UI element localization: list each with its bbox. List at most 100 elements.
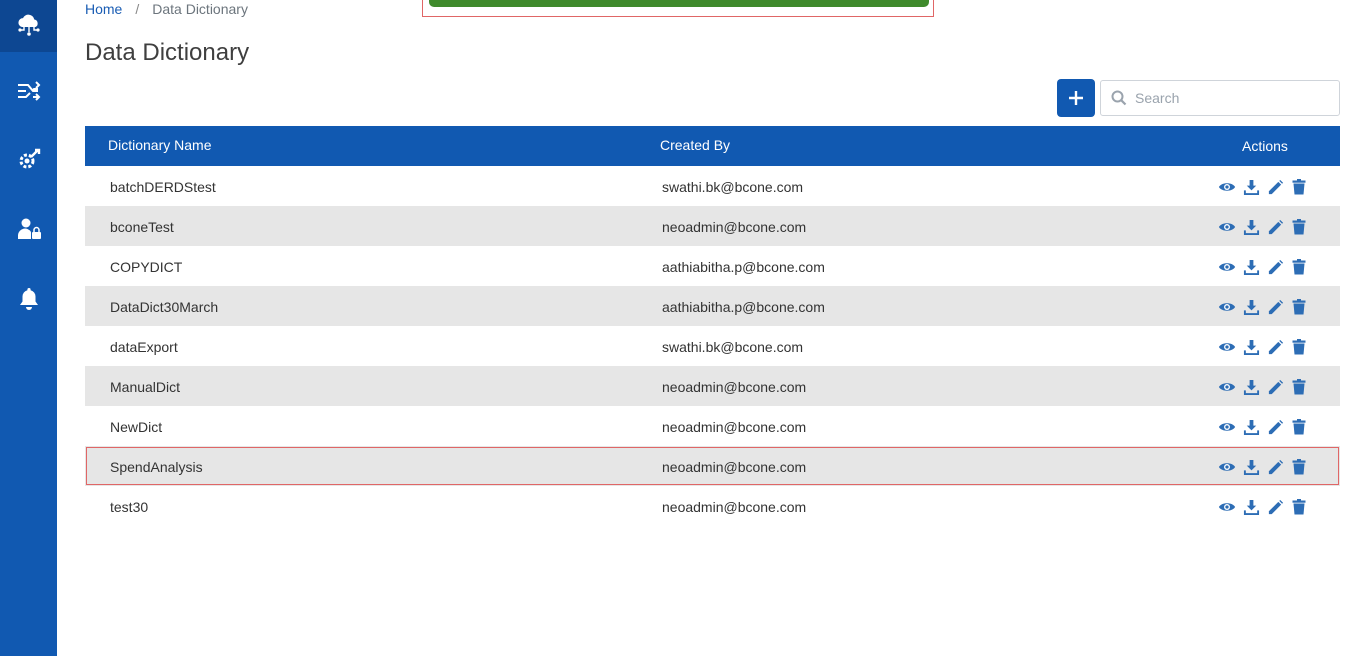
search-input[interactable] (1135, 90, 1325, 106)
view-button[interactable] (1218, 458, 1236, 476)
delete-button[interactable] (1290, 178, 1308, 196)
row-actions (1218, 498, 1314, 516)
column-header-name[interactable]: Dictionary Name (108, 126, 211, 166)
edit-button[interactable] (1266, 338, 1284, 356)
created-by-cell: neoadmin@bcone.com (662, 459, 807, 475)
view-button[interactable] (1218, 178, 1236, 196)
table-row[interactable]: bconeTest neoadmin@bcone.com (85, 206, 1340, 246)
user-lock-icon (17, 218, 41, 239)
shuffle-flow-icon (17, 81, 40, 101)
eye-icon (1218, 463, 1236, 471)
row-actions (1218, 178, 1314, 196)
pencil-icon (1268, 179, 1283, 194)
download-icon (1243, 339, 1259, 355)
download-button[interactable] (1242, 338, 1260, 356)
dictionary-name-cell: batchDERDStest (110, 179, 216, 195)
delete-button[interactable] (1290, 298, 1308, 316)
sidebar-item-users[interactable] (0, 203, 57, 255)
table-row[interactable]: COPYDICT aathiabitha.p@bcone.com (85, 246, 1340, 286)
eye-icon (1218, 503, 1236, 511)
delete-button[interactable] (1290, 338, 1308, 356)
pencil-icon (1268, 379, 1283, 394)
sidebar-item-notifications[interactable] (0, 273, 57, 325)
delete-button[interactable] (1290, 218, 1308, 236)
delete-button[interactable] (1290, 258, 1308, 276)
add-dictionary-button[interactable] (1057, 79, 1095, 117)
column-header-actions: Actions (1242, 138, 1288, 154)
download-icon (1243, 499, 1259, 515)
table-row[interactable]: NewDict neoadmin@bcone.com (85, 406, 1340, 446)
download-button[interactable] (1242, 218, 1260, 236)
edit-button[interactable] (1266, 458, 1284, 476)
dictionary-name-cell: NewDict (110, 419, 163, 435)
dictionary-name-cell: COPYDICT (110, 259, 183, 275)
edit-button[interactable] (1266, 378, 1284, 396)
edit-button[interactable] (1266, 218, 1284, 236)
pencil-icon (1268, 219, 1283, 234)
table-row[interactable]: DataDict30March aathiabitha.p@bcone.com (85, 286, 1340, 326)
delete-button[interactable] (1290, 378, 1308, 396)
row-actions (1218, 338, 1314, 356)
table-row[interactable]: test30 neoadmin@bcone.com (85, 486, 1340, 526)
edit-button[interactable] (1266, 298, 1284, 316)
created-by-cell: neoadmin@bcone.com (662, 219, 807, 235)
dictionary-name-cell: SpendAnalysis (110, 459, 203, 475)
sidebar-item-settings[interactable] (0, 134, 57, 186)
dictionary-name-cell: bconeTest (110, 219, 174, 235)
download-button[interactable] (1242, 258, 1260, 276)
table-row[interactable]: dataExport swathi.bk@bcone.com (85, 326, 1340, 366)
edit-button[interactable] (1266, 418, 1284, 436)
row-actions (1218, 378, 1314, 396)
created-by-cell: aathiabitha.p@bcone.com (662, 259, 825, 275)
sidebar-item-home[interactable] (0, 0, 57, 52)
delete-button[interactable] (1290, 458, 1308, 476)
search-box (1100, 80, 1340, 116)
table-row[interactable]: ManualDict neoadmin@bcone.com (85, 366, 1340, 406)
dictionary-table: Dictionary Name Created By Actions batch… (85, 126, 1340, 526)
trash-icon (1292, 299, 1306, 315)
pencil-icon (1268, 339, 1283, 354)
delete-button[interactable] (1290, 418, 1308, 436)
created-by-cell: neoadmin@bcone.com (662, 419, 807, 435)
sidebar-item-flows[interactable] (0, 66, 57, 118)
eye-icon (1218, 223, 1236, 231)
pencil-icon (1268, 299, 1283, 314)
view-button[interactable] (1218, 418, 1236, 436)
edit-button[interactable] (1266, 258, 1284, 276)
download-button[interactable] (1242, 498, 1260, 516)
trash-icon (1292, 459, 1306, 475)
view-button[interactable] (1218, 218, 1236, 236)
download-button[interactable] (1242, 458, 1260, 476)
view-button[interactable] (1218, 498, 1236, 516)
eye-icon (1218, 303, 1236, 311)
table-row[interactable]: SpendAnalysis neoadmin@bcone.com (85, 446, 1340, 486)
view-button[interactable] (1218, 298, 1236, 316)
delete-button[interactable] (1290, 498, 1308, 516)
trash-icon (1292, 379, 1306, 395)
download-icon (1243, 179, 1259, 195)
view-button[interactable] (1218, 258, 1236, 276)
created-by-cell: aathiabitha.p@bcone.com (662, 299, 825, 315)
trash-icon (1292, 499, 1306, 515)
download-button[interactable] (1242, 178, 1260, 196)
breadcrumb-home-link[interactable]: Home (85, 1, 122, 17)
trash-icon (1292, 219, 1306, 235)
breadcrumb: Home / Data Dictionary (85, 1, 248, 17)
created-by-cell: neoadmin@bcone.com (662, 379, 807, 395)
column-header-created-by[interactable]: Created By (660, 126, 730, 166)
cloud-network-icon (17, 14, 40, 36)
view-button[interactable] (1218, 338, 1236, 356)
download-button[interactable] (1242, 418, 1260, 436)
view-button[interactable] (1218, 378, 1236, 396)
edit-button[interactable] (1266, 498, 1284, 516)
table-body: batchDERDStest swathi.bk@bcone.com bcone… (85, 166, 1340, 526)
download-button[interactable] (1242, 378, 1260, 396)
edit-button[interactable] (1266, 178, 1284, 196)
table-row[interactable]: batchDERDStest swathi.bk@bcone.com (85, 166, 1340, 206)
plus-icon (1069, 91, 1083, 105)
row-actions (1218, 218, 1314, 236)
pencil-icon (1268, 419, 1283, 434)
download-button[interactable] (1242, 298, 1260, 316)
dictionary-name-cell: dataExport (110, 339, 178, 355)
dictionary-name-cell: ManualDict (110, 379, 181, 395)
